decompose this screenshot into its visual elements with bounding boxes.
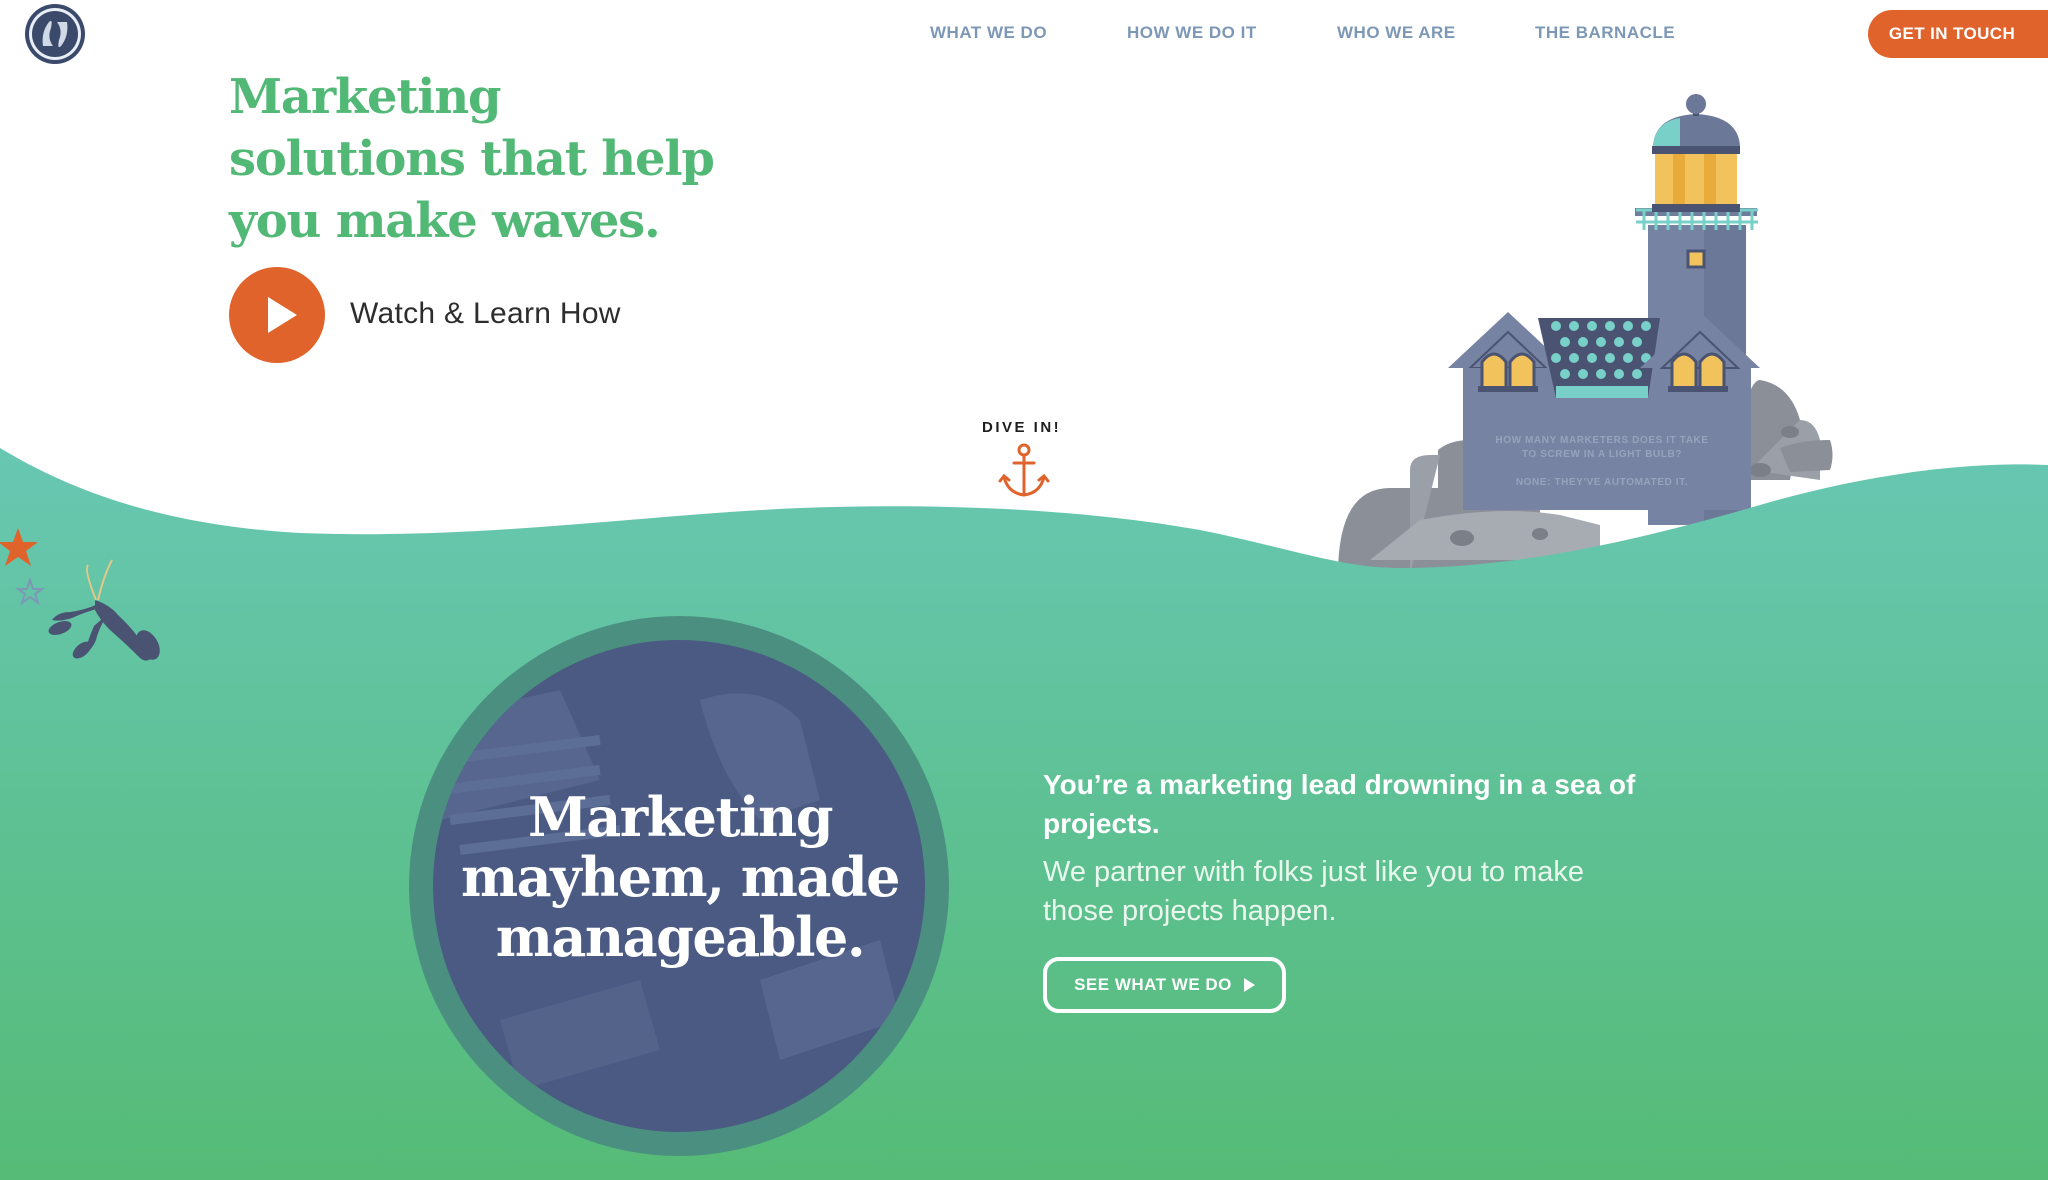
get-in-touch-button[interactable]: GET IN TOUCH	[1868, 10, 2048, 58]
feature-sub: We partner with folks just like you to m…	[1043, 856, 1585, 927]
play-video-button[interactable]	[229, 267, 325, 363]
main-nav: WHAT WE DO HOW WE DO IT WHO WE ARE THE B…	[0, 0, 2048, 70]
circle-title: Marketing mayhem, made manageable.	[460, 785, 901, 969]
nav-what-we-do[interactable]: WHAT WE DO	[930, 23, 1047, 43]
sea-wave	[0, 448, 2048, 1180]
lighthouse-joke-answer: NONE: THEY'VE AUTOMATED IT.	[1516, 477, 1688, 488]
page: HOW MANY MARKETERS DOES IT TAKE TO SCREW…	[0, 0, 2048, 1180]
see-what-we-do-label: SEE WHAT WE DO	[1074, 975, 1232, 994]
dive-in-label: DIVE IN!	[982, 419, 1062, 436]
nav-how-we-do-it[interactable]: HOW WE DO IT	[1127, 23, 1257, 43]
play-triangle-icon	[1243, 978, 1255, 992]
lighthouse-joke-q1: HOW MANY MARKETERS DOES IT TAKE	[1495, 435, 1708, 446]
feature-lead: You’re a marketing lead drowning in a se…	[1043, 769, 1636, 839]
watch-learn-link[interactable]: Watch & Learn How	[350, 297, 621, 331]
nav-who-we-are[interactable]: WHO WE ARE	[1337, 23, 1456, 43]
hero-title: Marketing solutions that help you make w…	[229, 69, 715, 249]
lighthouse-joke-q2: TO SCREW IN A LIGHT BULB?	[1522, 449, 1682, 460]
anchor-icon[interactable]	[998, 443, 1050, 499]
play-icon	[268, 297, 297, 333]
nav-the-barnacle[interactable]: THE BARNACLE	[1535, 23, 1675, 43]
see-what-we-do-button[interactable]: SEE WHAT WE DO	[1043, 957, 1286, 1013]
